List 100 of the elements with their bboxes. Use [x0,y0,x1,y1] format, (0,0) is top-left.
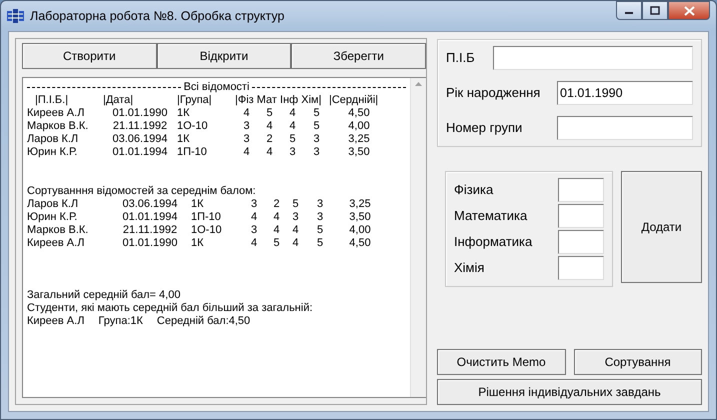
table-cell-text: Киреев А.Л [27,237,86,250]
table-cell-text: 3 [288,146,297,159]
input-field[interactable] [557,116,693,140]
table-cell-text: 3 [242,120,251,133]
column-header: |Фіз Мат Інф Хім| [235,94,322,107]
table-cell-text: 5 [288,133,297,146]
minimize-button[interactable] [616,1,642,20]
field-label: Номер групи [446,119,522,138]
table-cell-text: 4 [265,120,274,133]
column-header: |Серднійі| [329,94,380,107]
add-button[interactable]: Додати [621,171,702,283]
table-cell-text: 1К [177,107,191,120]
field-label: Хімія [454,259,484,278]
memo-line: Сортуванння відомостей за середнім балом: [27,185,257,198]
table-cell-text: 1К [191,237,205,250]
scroll-up-arrow-icon[interactable] [415,82,422,86]
table-cell-text: 3,50 [347,146,371,159]
field-label: Рік народження [446,84,540,102]
field-label: Математика [454,207,528,226]
table-cell-text: Юрин К.Р. [27,211,78,224]
table-cell-text: 3 [316,211,324,224]
memo-line: Студенти, які мають середній бал більший за загальній: [27,302,314,315]
field-label: Інформатика [454,233,532,252]
table-cell-text: 3 [242,133,251,146]
table-cell-text: Ларов К.Л [27,198,80,211]
action-button[interactable]: Очистить Memo [437,349,566,375]
table-cell-text: 2 [272,198,281,211]
table-cell-text: 3,25 [347,133,371,146]
table-cell-text: 01.01.1994 [121,211,179,224]
column-header: |П.І.Б.| [34,94,70,107]
table-cell-text: 2 [265,133,274,146]
table-cell-text: 4,00 [347,120,371,133]
memo-line: Середній бал:4,50 [156,315,250,328]
memo-box[interactable] [22,77,426,398]
field-label: Фізика [454,181,494,200]
table-cell-text: 21.11.1992 [122,224,178,237]
table-cell-text: 5 [316,224,324,237]
memo-line: Загальний середній бал= 4,00 [27,289,182,302]
column-header: |Група| [177,94,213,107]
table-cell-text: 3 [250,224,258,237]
table-cell-text: Марков В.К. [27,224,90,237]
table-cell-text: 4 [265,146,274,159]
table-cell-text: 01.01.1990 [111,107,169,120]
file-button[interactable]: Відкрити [156,43,292,69]
table-cell-text: 4,50 [348,237,372,250]
close-icon [684,6,694,16]
table-cell-text: 3 [316,198,324,211]
table-cell-text: 4 [242,107,251,120]
input-field[interactable] [558,178,604,202]
table-cell-text: 4,00 [348,224,372,237]
file-button[interactable]: Створити [22,43,157,69]
table-cell-text: Марков В.К. [27,120,90,133]
table-cell-text: 3,50 [348,211,372,224]
file-button[interactable]: Зберегти [291,43,426,69]
column-header: |Дата| [103,94,134,107]
table-cell-text: 03.06.1994 [121,198,179,211]
maximize-icon [650,6,660,15]
table-cell-text: 3 [250,198,258,211]
table-cell-text: 5 [291,198,300,211]
memo-line: Група:1К [98,315,143,328]
table-cell-text: 01.01.1994 [111,146,169,159]
table-cell-text: 5 [312,107,321,120]
table-cell-text: 1О-10 [191,224,223,237]
table-cell-text: 4,50 [347,107,371,120]
table-cell-text: 5 [265,107,274,120]
table-cell-text: 1К [191,198,205,211]
table-cell-text: 4 [288,120,297,133]
maximize-button[interactable] [642,1,668,20]
table-cell-text: 4 [250,211,258,224]
table-cell-text: 4 [250,237,258,250]
table-cell-text: 4 [291,224,300,237]
memo-heading: Всі відомості [184,81,250,94]
input-field[interactable]: 01.01.1990 [557,81,693,105]
window-title: Лабораторна робота №8. Обробка структур [30,8,284,25]
input-field[interactable] [558,230,604,254]
solve-tasks-button[interactable]: Рішення індивідуальних завдань [437,379,702,405]
table-cell-text: 1П-10 [177,146,208,159]
table-cell-text: 1К [177,133,191,146]
close-button[interactable] [668,1,710,20]
app-icon [7,9,25,23]
table-cell-text: 1П-10 [191,211,222,224]
table-cell-text: 4 [291,237,300,250]
table-cell-text: 5 [316,237,324,250]
table-cell-text: 3 [291,211,300,224]
table-cell-text: 03.06.1994 [111,133,169,146]
memo-line: Киреев А.Л [27,315,84,328]
table-cell-text: 3 [312,146,321,159]
table-cell-text: 1О-10 [177,120,209,133]
field-label: П.І.Б [446,49,475,68]
table-cell-text: 4 [272,224,281,237]
input-field[interactable] [558,204,604,228]
action-button[interactable]: Сортування [574,349,702,375]
table-cell-text: 3,25 [348,198,372,211]
table-cell-text: 3 [312,133,321,146]
input-field[interactable] [558,256,604,280]
table-cell-text: 5 [312,120,321,133]
table-cell-text: 4 [272,211,281,224]
table-cell-text: 4 [288,107,297,120]
table-cell-text: 5 [272,237,281,250]
input-field[interactable] [493,46,693,70]
